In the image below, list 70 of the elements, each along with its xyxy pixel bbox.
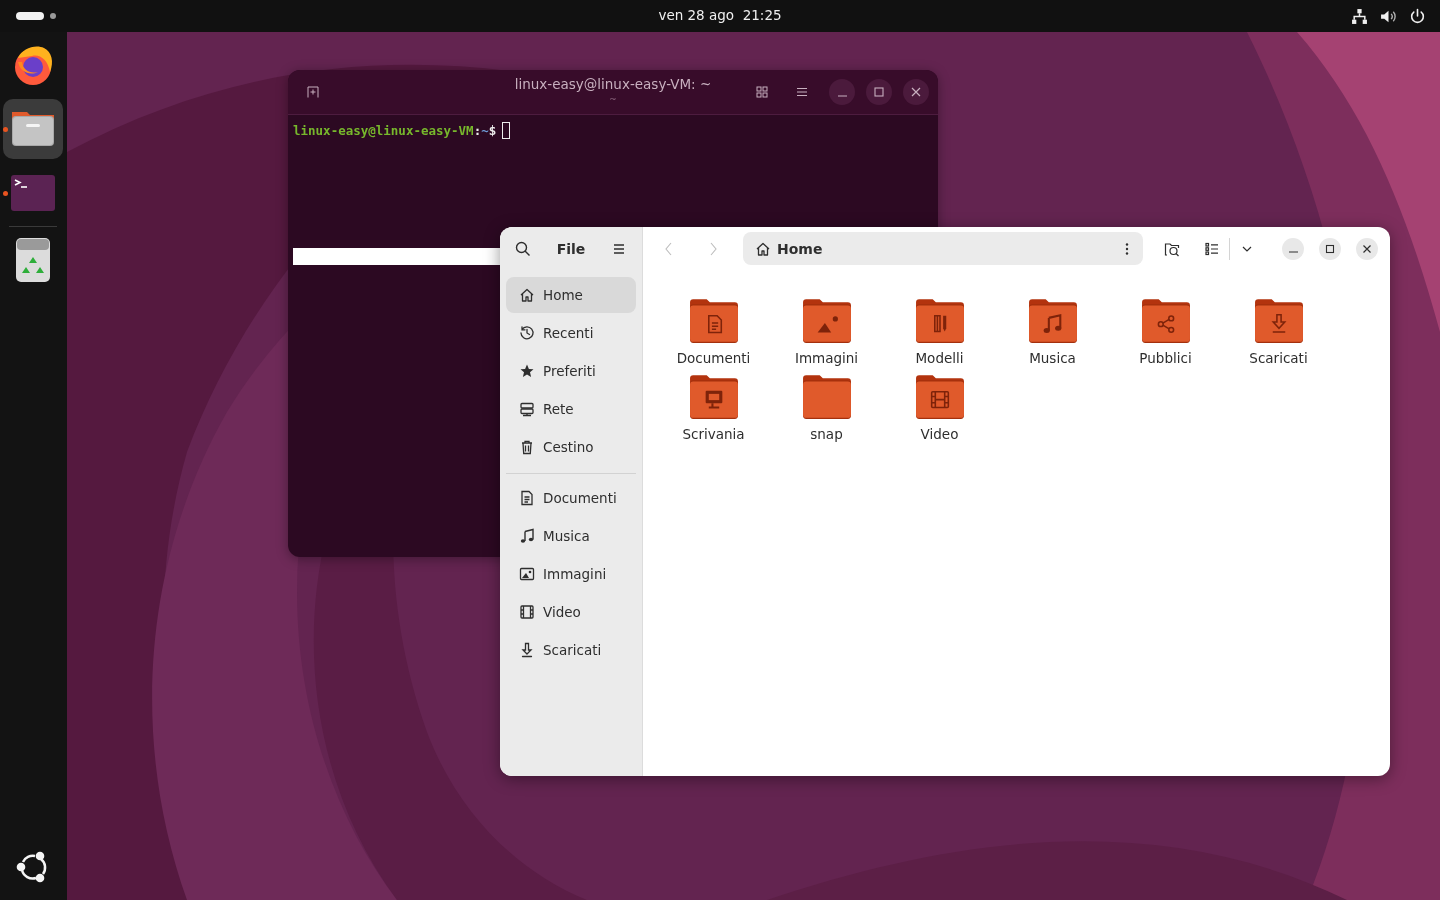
volume-icon[interactable] [1380, 8, 1397, 25]
folder-icon [914, 374, 965, 420]
maximize-button[interactable] [1319, 237, 1341, 260]
text-cursor [502, 122, 511, 139]
menu-icon [796, 86, 808, 98]
close-icon [910, 86, 922, 98]
minimize-icon [1288, 251, 1298, 253]
network-icon[interactable] [1351, 8, 1368, 25]
sidebar-title: File [556, 240, 586, 257]
sidebar-item[interactable]: Documenti [506, 480, 636, 516]
maximize-icon [873, 86, 885, 98]
folder-item[interactable]: Scaricati [1222, 298, 1335, 366]
minimize-button[interactable] [1282, 237, 1304, 260]
folder-item[interactable]: Pubblici [1109, 298, 1222, 366]
close-button[interactable] [903, 79, 929, 105]
sidebar-item[interactable]: Musica [506, 518, 636, 554]
star-icon [519, 363, 535, 379]
home-icon [519, 287, 535, 303]
image-icon [519, 566, 535, 582]
folder-item[interactable]: Immagini [770, 298, 883, 366]
trash-icon [519, 439, 535, 455]
search-icon [515, 240, 531, 257]
folder-icon [914, 298, 965, 344]
window-title: linux-easy@linux-easy-VM: ~ [514, 76, 712, 92]
maximize-icon [1325, 243, 1335, 254]
folder-item[interactable]: Modelli [883, 298, 996, 366]
sidebar-item[interactable]: Home [506, 277, 636, 313]
path-label[interactable]: Home [777, 240, 1113, 257]
folder-icon [801, 298, 852, 344]
download-icon [519, 642, 535, 658]
sidebar-item[interactable]: Rete [506, 391, 636, 427]
folder-item[interactable]: Scrivania [657, 374, 770, 442]
terminal-prompt: linux-easy@linux-easy-VM:~$ [293, 123, 497, 138]
folder-icon [1253, 298, 1304, 344]
folder-search-icon [1164, 240, 1180, 257]
sidebar-item[interactable]: Scaricati [506, 632, 636, 668]
list-icon [1204, 240, 1220, 257]
minimize-button[interactable] [829, 79, 855, 105]
sidebar-item[interactable]: Immagini [506, 556, 636, 592]
window-subtitle: ~ [609, 94, 617, 104]
clock[interactable]: ven 28 ago 21:25 [658, 7, 782, 23]
path-bar[interactable]: Home [743, 232, 1143, 265]
server-icon [519, 401, 535, 417]
folder-icon [688, 298, 739, 344]
music-note-icon [519, 528, 535, 544]
clock-icon [519, 325, 535, 341]
sidebar-item[interactable]: Cestino [506, 429, 636, 465]
document-icon [519, 490, 535, 506]
minimize-icon [837, 94, 847, 97]
sidebar-item[interactable]: Preferiti [506, 353, 636, 389]
sidebar-item[interactable]: Recenti [506, 315, 636, 351]
sidebar-item[interactable]: Video [506, 594, 636, 630]
folder-item[interactable]: Documenti [657, 298, 770, 366]
workspace-indicator[interactable] [50, 13, 56, 19]
home-icon [755, 240, 771, 257]
grid-icon [756, 86, 768, 98]
close-icon [1362, 243, 1372, 254]
folder-item[interactable]: Video [883, 374, 996, 442]
folder-item[interactable]: snap [770, 374, 883, 442]
power-icon[interactable] [1409, 8, 1426, 25]
workspace-indicator[interactable] [16, 12, 44, 20]
folder-item[interactable]: Musica [996, 298, 1109, 366]
film-icon [519, 604, 535, 620]
close-button[interactable] [1356, 237, 1378, 260]
new-tab-icon [307, 86, 319, 98]
folder-icon [1027, 298, 1078, 344]
folder-icon [1140, 298, 1191, 344]
folder-icon [688, 374, 739, 420]
folder-icon [801, 374, 852, 420]
active-app-highlight[interactable] [3, 99, 63, 159]
